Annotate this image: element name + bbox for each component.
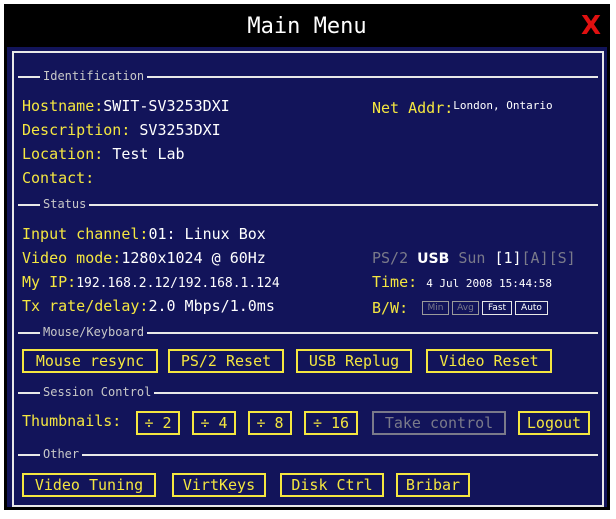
- net-addr-label: Net Addr:: [372, 99, 454, 117]
- video-mode-value: 1280x1024 @ 60Hz: [121, 249, 266, 267]
- section-status: Status: [18, 196, 598, 212]
- bw-label: B/W:: [372, 299, 409, 317]
- window-title: Main Menu: [247, 14, 367, 39]
- video-mode-row: Video mode:1280x1024 @ 60Hz: [22, 249, 266, 267]
- location-value: Test Lab: [112, 145, 185, 163]
- kbd-1[interactable]: [1]: [494, 249, 521, 267]
- section-title-other: Other: [40, 446, 83, 462]
- bw-avg-button[interactable]: Avg: [452, 301, 479, 315]
- ps2-reset-button[interactable]: PS/2 Reset: [168, 349, 284, 373]
- bw-min-button[interactable]: Min: [422, 301, 449, 315]
- thumbnails-label: Thumbnails:: [22, 412, 122, 430]
- main-menu-window: Main Menu X Identification Hostname:SWIT…: [4, 4, 610, 510]
- section-title-session-control: Session Control: [40, 384, 155, 400]
- contact-label: Contact:: [22, 169, 95, 187]
- bw-auto-button[interactable]: Auto: [515, 301, 548, 315]
- tx-label: Tx rate/delay:: [22, 297, 149, 315]
- mouse-resync-button[interactable]: Mouse resync: [22, 349, 158, 373]
- kbd-s[interactable]: [S]: [549, 249, 576, 267]
- menu-content: Identification Hostname:SWIT-SV3253DXI N…: [12, 51, 604, 507]
- time-value: 4 Jul 2008 15:44:58: [426, 277, 553, 290]
- section-identification: Identification: [18, 68, 598, 84]
- tx-row: Tx rate/delay:2.0 Mbps/1.0ms: [22, 297, 275, 315]
- section-mouse-keyboard: Mouse/Keyboard: [18, 324, 598, 340]
- location-label: Location:: [22, 145, 104, 163]
- input-channel-value: 01: Linux Box: [148, 225, 266, 243]
- hostname-value: SWIT-SV3253DXI: [103, 97, 230, 115]
- video-reset-button[interactable]: Video Reset: [426, 349, 552, 373]
- input-channel-row: Input channel:01: Linux Box: [22, 225, 266, 243]
- thumbnail-div4-button[interactable]: ÷ 4: [192, 411, 236, 435]
- close-icon[interactable]: X: [581, 11, 601, 41]
- bribar-button[interactable]: Bribar: [396, 473, 470, 497]
- video-tuning-button[interactable]: Video Tuning: [22, 473, 156, 497]
- description-row: Description: SV3253DXI: [22, 121, 221, 139]
- kbd-ps2[interactable]: PS/2: [372, 249, 408, 267]
- thumbnail-div2-button[interactable]: ÷ 2: [136, 411, 180, 435]
- description-value: SV3253DXI: [139, 121, 221, 139]
- keyboard-mode-row: PS/2 USB Sun [1][A][S]: [372, 249, 576, 268]
- virtkeys-button[interactable]: VirtKeys: [172, 473, 266, 497]
- video-mode-label: Video mode:: [22, 249, 122, 267]
- hostname-row: Hostname:SWIT-SV3253DXI: [22, 97, 230, 115]
- time-label: Time:: [372, 273, 418, 291]
- net-addr-row: Net Addr:London, Ontario: [372, 97, 553, 117]
- kbd-a[interactable]: [A]: [522, 249, 549, 267]
- section-title-identification: Identification: [40, 68, 148, 84]
- disk-ctrl-button[interactable]: Disk Ctrl: [280, 473, 384, 497]
- time-row: Time: 4 Jul 2008 15:44:58: [372, 273, 552, 293]
- kbd-usb[interactable]: USB: [417, 251, 449, 267]
- location-row: Location: Test Lab: [22, 145, 185, 163]
- tx-value: 2.0 Mbps/1.0ms: [148, 297, 275, 315]
- section-title-mouse-keyboard: Mouse/Keyboard: [40, 324, 148, 340]
- description-label: Description:: [22, 121, 131, 139]
- section-other: Other: [18, 446, 598, 462]
- my-ip-label: My IP:: [22, 273, 77, 291]
- thumbnail-div8-button[interactable]: ÷ 8: [248, 411, 292, 435]
- kbd-sun[interactable]: Sun: [458, 249, 485, 267]
- contact-row: Contact:: [22, 169, 94, 187]
- my-ip-value: 192.168.2.12/192.168.1.124: [76, 276, 280, 291]
- logout-button[interactable]: Logout: [518, 411, 590, 435]
- hostname-label: Hostname:: [22, 97, 104, 115]
- take-control-button[interactable]: Take control: [372, 411, 506, 435]
- title-bar: Main Menu X: [7, 7, 607, 47]
- my-ip-row: My IP:192.168.2.12/192.168.1.124: [22, 273, 280, 293]
- usb-replug-button[interactable]: USB Replug: [296, 349, 412, 373]
- input-channel-label: Input channel:: [22, 225, 149, 243]
- net-addr-value: London, Ontario: [453, 99, 553, 112]
- section-session-control: Session Control: [18, 384, 598, 400]
- bw-fast-button[interactable]: Fast: [482, 301, 512, 315]
- section-title-status: Status: [40, 196, 90, 212]
- thumbnail-div16-button[interactable]: ÷ 16: [304, 411, 358, 435]
